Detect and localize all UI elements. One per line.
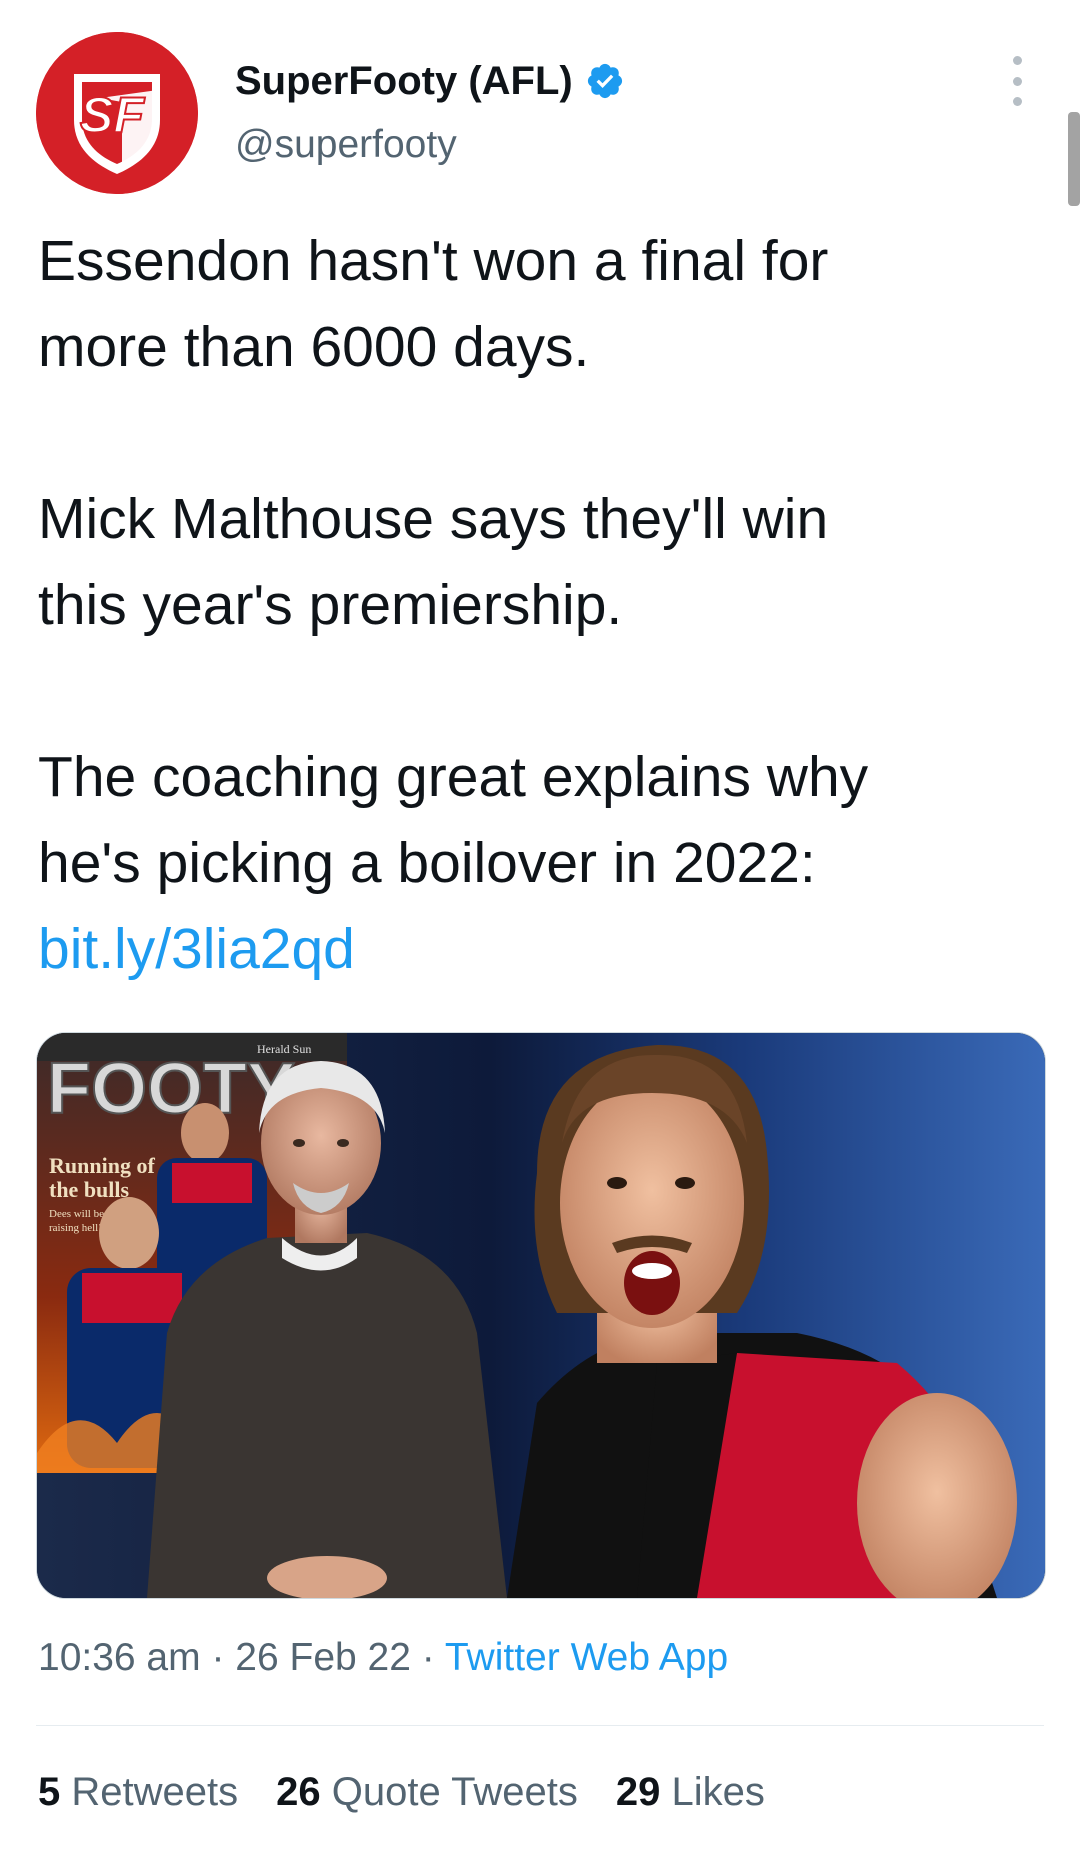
divider bbox=[36, 1725, 1044, 1726]
tweet-line: he's picking a boilover in 2022: bbox=[38, 831, 816, 895]
tweet-line: The coaching great explains why bbox=[38, 745, 869, 809]
name-row[interactable]: SuperFooty (AFL) bbox=[235, 56, 625, 106]
tweet-line: this year's premiership. bbox=[38, 573, 623, 637]
tweet-date[interactable]: 26 Feb 22 bbox=[235, 1636, 411, 1679]
display-name[interactable]: SuperFooty (AFL) bbox=[235, 59, 573, 104]
retweets-stat[interactable]: 5 Retweets bbox=[38, 1770, 238, 1815]
verified-badge-icon bbox=[587, 63, 622, 99]
tweet: SF SuperFooty (AFL) @superfooty Essendon… bbox=[0, 0, 1080, 1860]
likes-count: 29 bbox=[615, 1770, 661, 1814]
magazine-title: FOOTY bbox=[47, 1049, 295, 1129]
magazine-small-text: raising hell! bbox=[49, 1222, 102, 1234]
magazine-tagline: Running of bbox=[49, 1153, 155, 1178]
avatar-text: SF bbox=[80, 87, 145, 143]
sf-logo-icon: SF bbox=[36, 32, 198, 194]
tweet-line: more than 6000 days. bbox=[38, 315, 590, 379]
quote-tweets-stat[interactable]: 26 Quote Tweets bbox=[276, 1770, 578, 1815]
tweet-text: Essendon hasn't won a final for more tha… bbox=[38, 218, 1048, 992]
tweet-line: Essendon hasn't won a final for bbox=[38, 229, 829, 293]
handle[interactable]: @superfooty bbox=[235, 123, 457, 167]
tweet-line: Mick Malthouse says they'll win bbox=[38, 487, 829, 551]
tweet-meta: 10:36 am · 26 Feb 22 · Twitter Web App bbox=[38, 1636, 728, 1680]
more-options-icon[interactable] bbox=[1003, 56, 1031, 106]
tweet-media-image[interactable]: Herald Sun FOOTY 22 Running of the bulls… bbox=[36, 1032, 1046, 1599]
quote-tweets-label: Quote Tweets bbox=[331, 1770, 578, 1814]
magazine-small-text: Dees will be bbox=[49, 1208, 104, 1220]
media-illustration: Herald Sun FOOTY 22 Running of the bulls… bbox=[37, 1033, 1045, 1598]
meta-separator: · bbox=[211, 1636, 236, 1679]
avatar[interactable]: SF bbox=[36, 32, 198, 194]
retweets-label: Retweets bbox=[71, 1770, 239, 1814]
tweet-time[interactable]: 10:36 am bbox=[38, 1636, 201, 1679]
magazine-tagline: the bulls bbox=[49, 1177, 130, 1202]
tweet-stats: 5 Retweets 26 Quote Tweets 29 Likes bbox=[38, 1770, 803, 1815]
quote-tweets-count: 26 bbox=[276, 1770, 321, 1814]
meta-separator: · bbox=[421, 1636, 445, 1679]
likes-stat[interactable]: 29 Likes bbox=[616, 1770, 765, 1815]
likes-label: Likes bbox=[671, 1770, 765, 1814]
retweets-count: 5 bbox=[38, 1770, 61, 1814]
scrollbar[interactable] bbox=[1068, 112, 1080, 206]
tweet-link[interactable]: bit.ly/3lia2qd bbox=[38, 917, 355, 981]
tweet-source[interactable]: Twitter Web App bbox=[445, 1636, 728, 1679]
